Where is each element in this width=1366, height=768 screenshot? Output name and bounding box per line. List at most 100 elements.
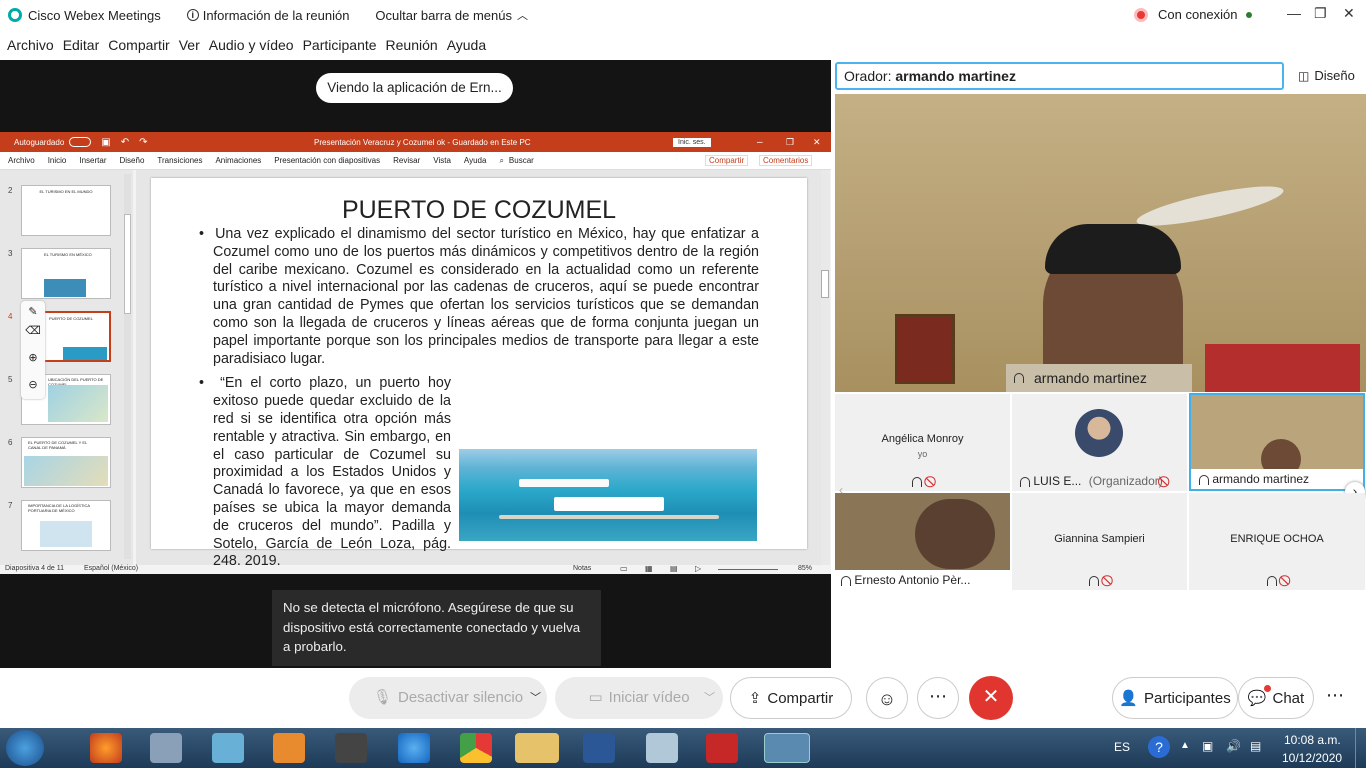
chrome-icon[interactable] <box>460 733 492 763</box>
participant-tile[interactable]: Giannina Sampieri ⃠ <box>1012 493 1187 590</box>
reactions-icon[interactable]: ☺ <box>866 677 908 719</box>
connection-status[interactable]: Con conexión <box>1134 7 1252 22</box>
calculator-icon[interactable] <box>150 733 182 763</box>
slide-scroll-thumb[interactable] <box>821 270 829 298</box>
share-button[interactable]: ⇪ Compartir <box>730 677 852 719</box>
start-video-button[interactable]: ▭ Iniciar vídeo ﹀ <box>555 677 723 719</box>
participant-tile[interactable]: LUIS E... (Organizador) ⃠ <box>1012 394 1187 491</box>
kaspersky-icon[interactable] <box>706 733 738 763</box>
menu-audio-video[interactable]: Audio y vídeo <box>209 37 294 53</box>
firefox-icon[interactable] <box>90 733 122 763</box>
ppt-tab-ayuda[interactable]: Ayuda <box>464 156 487 165</box>
slide-scrollbar[interactable] <box>821 170 830 565</box>
normal-view-icon[interactable]: ▭ <box>620 564 628 573</box>
menu-participante[interactable]: Participante <box>303 37 377 53</box>
tray-expand-icon[interactable]: ▲ <box>1180 740 1190 751</box>
clock-date[interactable]: 10/12/2020 <box>1282 751 1342 765</box>
more-options-icon[interactable]: ⋯ <box>917 677 959 719</box>
ppt-tab-presentacion[interactable]: Presentación con diapositivas <box>274 156 380 165</box>
thumbs-scrollbar[interactable] <box>124 174 131 559</box>
file-explorer-icon[interactable] <box>515 733 559 763</box>
close-icon[interactable]: ✕ <box>1343 5 1355 22</box>
ppt-search[interactable]: Buscar <box>509 156 534 165</box>
speaker-hair <box>1045 224 1181 274</box>
chevron-down-icon[interactable]: ﹀ <box>530 677 541 719</box>
zoom-out-icon[interactable]: ⊖ <box>21 378 45 391</box>
participant-tile-active[interactable]: armando martinez <box>1189 393 1365 491</box>
unmute-button[interactable]: 🎙 Desactivar silencio ﹀ <box>349 677 547 719</box>
show-desktop-button[interactable] <box>1355 728 1366 768</box>
reading-view-icon[interactable]: ▤ <box>670 564 678 573</box>
panel-more-icon[interactable]: ⋯ <box>1318 677 1352 719</box>
thumbs-scroll-thumb[interactable] <box>124 214 131 314</box>
viewing-label: Viendo la aplicación de Ern... <box>316 73 513 103</box>
participant-tile[interactable]: ENRIQUE OCHOA ⃠ <box>1189 493 1365 590</box>
thumbnail-slide-7[interactable]: IMPORTANCIA DE LA LOGÍSTICA PORTUARIA DE… <box>21 500 111 551</box>
end-call-icon[interactable]: ✕ <box>969 676 1013 720</box>
chat-button[interactable]: 💬 Chat <box>1238 677 1314 719</box>
help-icon[interactable]: ? <box>1148 736 1170 758</box>
headset-icon <box>1089 575 1100 586</box>
ppt-restore-icon[interactable]: ❐ <box>786 137 794 148</box>
menu-compartir[interactable]: Compartir <box>108 37 169 53</box>
ppt-tab-diseno[interactable]: Diseño <box>120 156 145 165</box>
menu-archivo[interactable]: Archivo <box>7 37 54 53</box>
clock-time[interactable]: 10:08 a.m. <box>1284 733 1341 747</box>
restore-icon[interactable]: ❐ <box>1314 5 1327 22</box>
main-video[interactable] <box>835 94 1366 392</box>
zoom-slider[interactable] <box>718 569 778 570</box>
ppt-minimize-icon[interactable]: – <box>757 137 763 148</box>
zoom-in-icon[interactable]: ⊕ <box>21 351 45 364</box>
ppt-status-bar: Diapositiva 4 de 11 Español (México) Not… <box>0 564 831 574</box>
ppt-tab-archivo[interactable]: Archivo <box>8 156 35 165</box>
media-player-icon[interactable] <box>273 733 305 763</box>
layout-button[interactable]: ◫ Diseño <box>1298 68 1355 83</box>
notes-button[interactable]: Notas <box>573 565 591 572</box>
action-center-icon[interactable]: ▤ <box>1250 739 1261 753</box>
chevron-down-icon[interactable]: ﹀ <box>704 677 715 719</box>
redo-icon[interactable]: ↷ <box>139 137 147 148</box>
start-button-icon[interactable] <box>6 730 44 766</box>
menu-reunion[interactable]: Reunión <box>386 37 438 53</box>
eraser-icon[interactable]: ⌫ <box>21 324 45 337</box>
network-icon[interactable]: ▣ <box>1202 739 1213 753</box>
thumbnail-slide-6[interactable]: EL PUERTO DE COZUMEL Y EL CANAL DE PANAM… <box>21 437 111 488</box>
ppt-comments-button[interactable]: Comentarios <box>759 155 813 166</box>
menu-editar[interactable]: Editar <box>63 37 100 53</box>
ppt-tab-insertar[interactable]: Insertar <box>79 156 106 165</box>
meeting-info-button[interactable]: i Información de la reunión <box>186 8 349 23</box>
ppt-tab-transiciones[interactable]: Transiciones <box>157 156 202 165</box>
ppt-signin-button[interactable]: Inic. ses. <box>673 137 711 147</box>
ppt-close-icon[interactable]: ✕ <box>813 137 821 148</box>
participants-button[interactable]: 👤 Participantes <box>1112 677 1238 719</box>
hide-menu-button[interactable]: Ocultar barra de menús ︿ <box>375 7 528 23</box>
ppt-tab-revisar[interactable]: Revisar <box>393 156 420 165</box>
thumbnail-slide-3[interactable]: EL TURISMO EN MÉXICO <box>21 248 111 299</box>
notepad-icon[interactable] <box>212 733 244 763</box>
unread-dot-icon <box>1264 685 1271 692</box>
ppt-tab-vista[interactable]: Vista <box>433 156 451 165</box>
ppt-tab-inicio[interactable]: Inicio <box>48 156 67 165</box>
minimize-icon[interactable]: — <box>1287 5 1301 21</box>
word-icon[interactable] <box>583 733 615 763</box>
webex-taskbar-icon[interactable] <box>764 733 810 763</box>
participant-tile[interactable]: Ernesto Antonio Pèr... <box>835 493 1010 590</box>
pen-icon[interactable]: ✎ <box>21 305 45 318</box>
paint-icon[interactable] <box>646 733 678 763</box>
menu-ver[interactable]: Ver <box>179 37 200 53</box>
thumbnail-slide-2[interactable]: EL TURISMO EN EL MUNDO <box>21 185 111 236</box>
volume-icon[interactable]: 🔊 <box>1226 739 1241 753</box>
save-icon[interactable]: ▣ <box>101 137 110 148</box>
menu-ayuda[interactable]: Ayuda <box>447 37 486 53</box>
autosave-toggle[interactable] <box>69 137 92 147</box>
internet-explorer-icon[interactable] <box>398 733 430 763</box>
slide-bullet-1: • Una vez explicado el dinamismo del sec… <box>199 226 760 367</box>
input-language[interactable]: ES <box>1114 740 1130 754</box>
ppt-share-button[interactable]: Compartir <box>705 155 749 166</box>
slideshow-view-icon[interactable]: ▷ <box>695 564 701 573</box>
ppt-tab-animaciones[interactable]: Animaciones <box>215 156 261 165</box>
gimp-icon[interactable] <box>335 733 367 763</box>
undo-icon[interactable]: ↶ <box>121 137 129 148</box>
sorter-view-icon[interactable]: ▦ <box>645 564 653 573</box>
participant-tile[interactable]: Angélica Monroy yo ⃠ ‹ <box>835 394 1010 497</box>
